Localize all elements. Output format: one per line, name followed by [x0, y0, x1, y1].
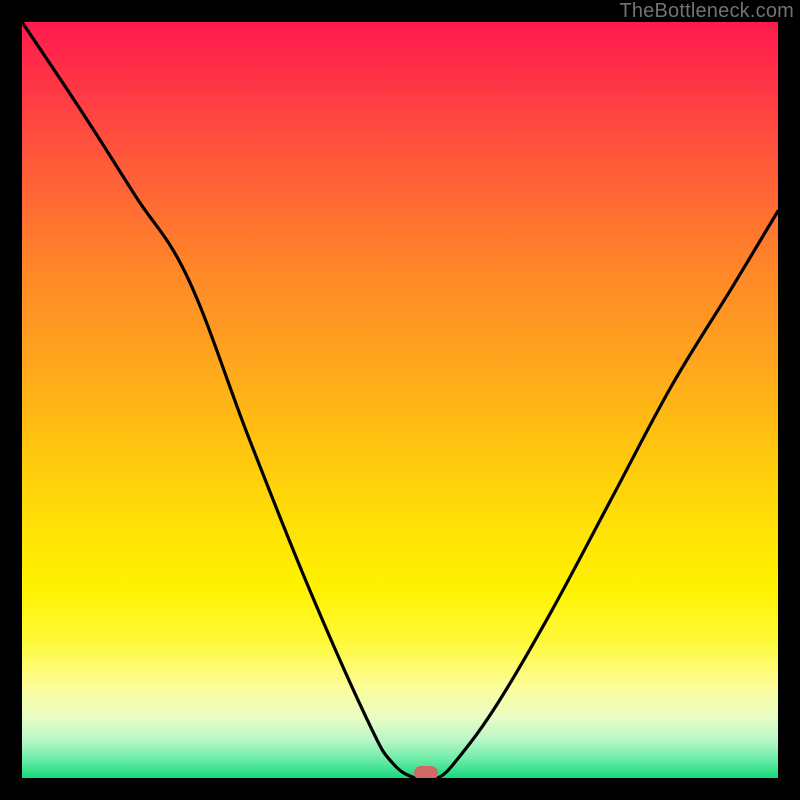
watermark-text: TheBottleneck.com [619, 0, 794, 23]
chart-frame: TheBottleneck.com [0, 0, 800, 800]
plot-area [22, 22, 778, 778]
optimal-point-marker [414, 766, 438, 778]
bottleneck-curve [22, 22, 778, 778]
